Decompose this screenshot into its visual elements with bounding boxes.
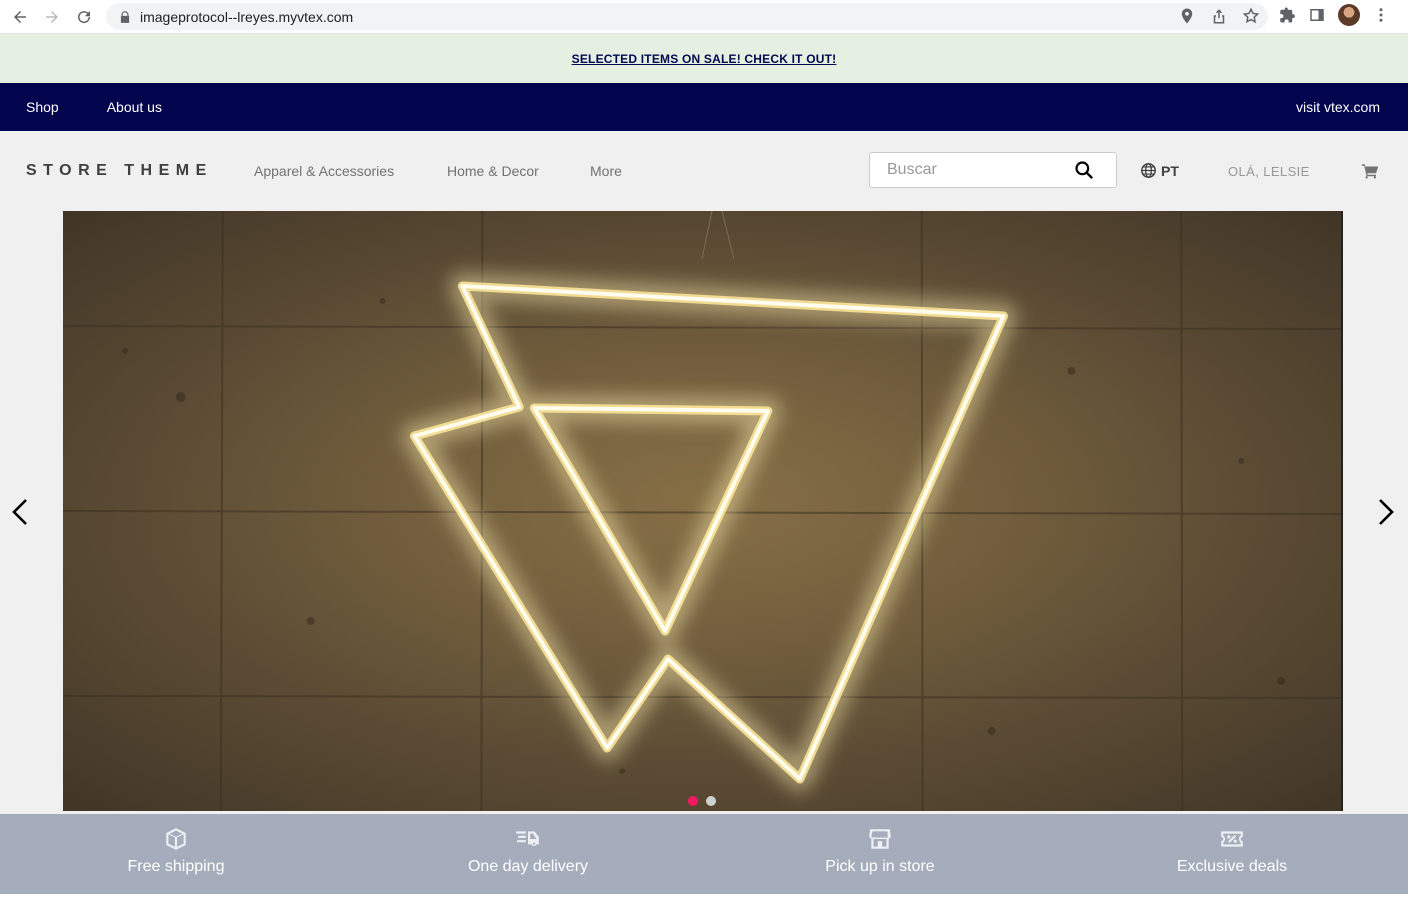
browser-extensions: [1278, 4, 1390, 26]
address-bar-actions: [1178, 7, 1260, 25]
forward-button[interactable]: [36, 1, 68, 33]
feature-label: Pick up in store: [825, 858, 935, 875]
search-placeholder: Buscar: [887, 161, 937, 178]
cart-icon[interactable]: [1361, 162, 1379, 180]
side-panel-icon[interactable]: [1308, 6, 1326, 24]
reload-icon: [78, 10, 91, 23]
promo-bar: SELECTED ITEMS ON SALE! CHECK IT OUT!: [0, 34, 1408, 83]
carousel-dot-2[interactable]: [706, 796, 716, 806]
box-icon: [166, 828, 186, 850]
menu-home-decor[interactable]: Home & Decor: [447, 163, 539, 179]
globe-icon: [1141, 163, 1156, 178]
nav-shop-link[interactable]: Shop: [26, 99, 59, 115]
neon-logo-image: [63, 211, 1341, 811]
search-input[interactable]: Buscar: [869, 152, 1117, 188]
search-icon[interactable]: [1074, 160, 1094, 180]
puzzle-extensions-icon[interactable]: [1278, 6, 1296, 24]
carousel-next-button[interactable]: [1374, 496, 1398, 528]
visit-vtex-link[interactable]: visit vtex.com: [1296, 99, 1380, 115]
store-logo[interactable]: STORE THEME: [26, 162, 213, 180]
url-text: imageprotocol--lreyes.myvtex.com: [140, 8, 354, 25]
feature-label: Exclusive deals: [1176, 858, 1288, 875]
feature-exclusive-deals: Exclusive deals: [1056, 814, 1408, 894]
menu-more[interactable]: More: [590, 163, 622, 179]
forward-arrow-icon: [46, 10, 58, 23]
address-bar[interactable]: imageprotocol--lreyes.myvtex.com: [106, 3, 1268, 30]
reload-button[interactable]: [68, 1, 100, 33]
chevron-left-icon: [12, 499, 27, 525]
features-strip: Free shipping One day delivery Pick up i…: [0, 814, 1408, 894]
store-icon: [869, 829, 891, 849]
bookmark-star-icon[interactable]: [1242, 7, 1260, 25]
promo-link[interactable]: SELECTED ITEMS ON SALE! CHECK IT OUT!: [572, 52, 837, 66]
menu-apparel-accessories[interactable]: Apparel & Accessories: [254, 163, 394, 179]
hero-carousel: [0, 211, 1408, 814]
ticket-icon: [1221, 831, 1243, 847]
carousel-dots: [688, 796, 716, 806]
back-arrow-icon: [14, 10, 26, 23]
carousel-dot-1[interactable]: [688, 796, 698, 806]
browser-toolbar: imageprotocol--lreyes.myvtex.com: [0, 0, 1408, 34]
feature-pick-up-in-store: Pick up in store: [704, 814, 1056, 894]
user-greeting[interactable]: OLÁ, LELSIE: [1228, 164, 1310, 179]
location-pin-icon[interactable]: [1178, 7, 1196, 25]
back-button[interactable]: [4, 1, 36, 33]
language-switcher[interactable]: PT: [1140, 162, 1179, 179]
feature-one-day-delivery: One day delivery: [352, 814, 704, 894]
top-navigation: Shop About us visit vtex.com: [0, 83, 1408, 131]
kebab-menu-icon[interactable]: [1372, 6, 1390, 24]
share-icon[interactable]: [1210, 7, 1228, 25]
language-code: PT: [1161, 162, 1179, 179]
lock-icon: [120, 10, 130, 23]
nav-about-us-link[interactable]: About us: [107, 99, 162, 115]
carousel-prev-button[interactable]: [8, 496, 32, 528]
feature-free-shipping: Free shipping: [0, 814, 352, 894]
hero-banner-image[interactable]: [63, 211, 1343, 811]
store-header: STORE THEME Apparel & Accessories Home &…: [0, 131, 1408, 211]
profile-avatar[interactable]: [1338, 4, 1360, 26]
fast-truck-icon: [516, 831, 539, 847]
feature-label: Free shipping: [127, 858, 225, 875]
feature-label: One day delivery: [467, 858, 589, 875]
chevron-right-icon: [1379, 499, 1394, 525]
